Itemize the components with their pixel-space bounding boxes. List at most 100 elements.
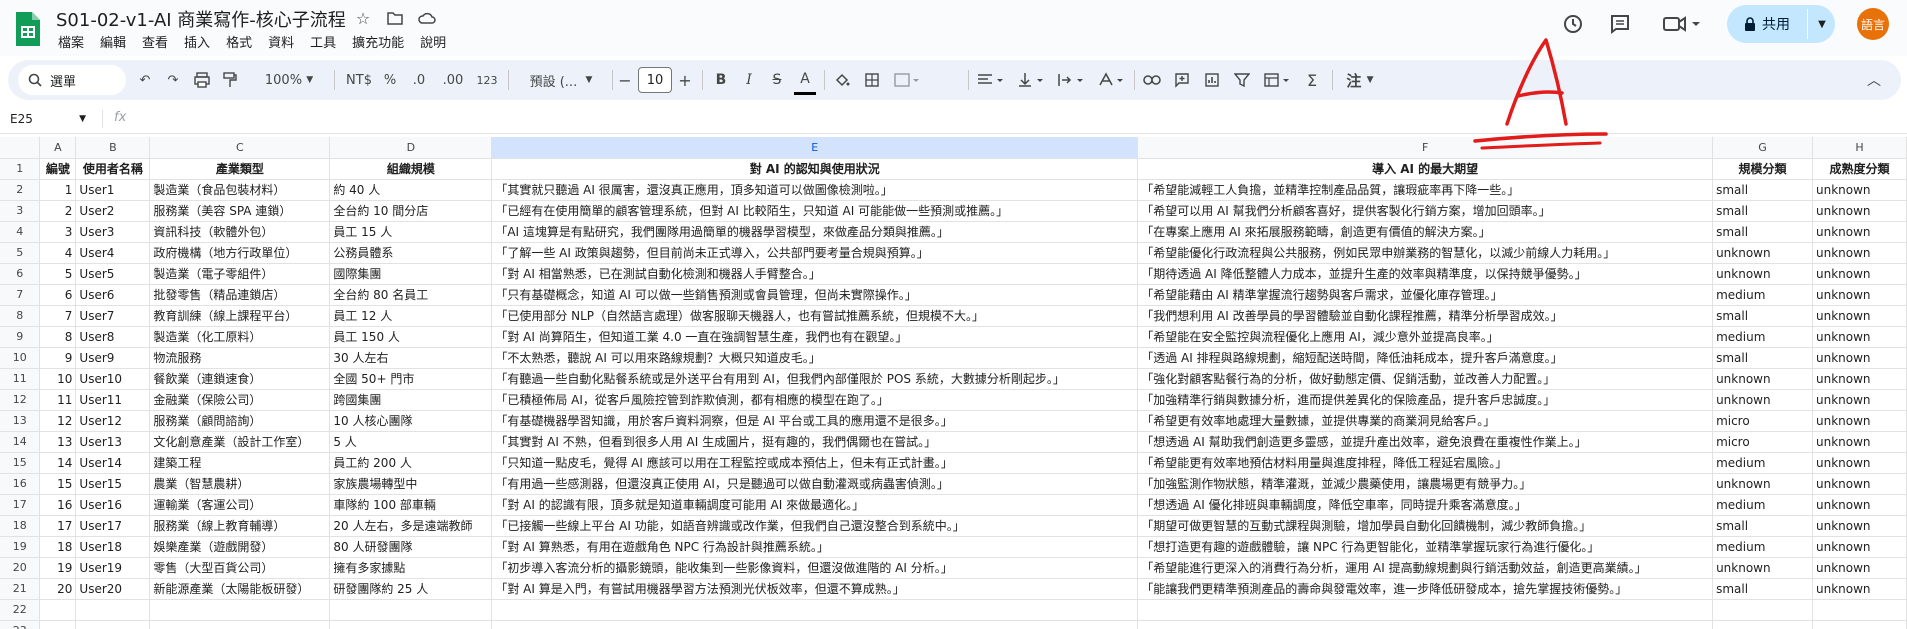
empty-cell[interactable] <box>75 599 151 621</box>
meet-camera-icon[interactable] <box>1658 10 1706 38</box>
row-header[interactable]: 18 <box>0 515 41 537</box>
percent-format-button[interactable]: % <box>380 60 400 100</box>
decrease-decimal-button[interactable]: .0 <box>406 60 432 100</box>
cell[interactable]: small <box>1712 305 1813 327</box>
row-header[interactable]: 13 <box>0 410 41 432</box>
menu-insert[interactable]: 插入 <box>176 32 218 51</box>
header-cell[interactable]: 導入 AI 的最大期望 <box>1137 158 1714 180</box>
cell[interactable]: unknown <box>1812 326 1907 348</box>
column-header[interactable]: B <box>75 137 151 159</box>
cell[interactable]: 「想透過 AI 幫助我們創造更多靈感，並提升產出效率，避免浪費在重複性作業上。」 <box>1137 431 1714 453</box>
empty-cell[interactable] <box>1137 599 1714 621</box>
cell[interactable]: 「其實對 AI 不熟，但看到很多人用 AI 生成圖片，挺有趣的，我們偶爾也在嘗試… <box>491 431 1139 453</box>
cell[interactable]: unknown <box>1712 557 1813 579</box>
cell[interactable]: 13 <box>39 431 77 453</box>
cell[interactable]: unknown <box>1712 263 1813 285</box>
cell[interactable]: 30 人左右 <box>329 347 493 369</box>
number-format-button[interactable]: 123 <box>474 60 500 100</box>
font-select[interactable]: 預設 (... ▼ <box>516 60 606 100</box>
cell[interactable]: User14 <box>75 452 151 474</box>
row-header[interactable]: 22 <box>0 599 41 621</box>
cell[interactable]: 「希望能進行更深入的消費行為分析，運用 AI 提高動線規劃與行銷活動效益，創造更… <box>1137 557 1714 579</box>
header-cell[interactable]: 使用者名稱 <box>75 158 151 180</box>
row-header[interactable]: 14 <box>0 431 41 453</box>
select-all-corner[interactable] <box>0 137 41 159</box>
cell[interactable]: 「希望能在安全監控與流程優化上應用 AI，減少意外並提高良率。」 <box>1137 326 1714 348</box>
column-header[interactable]: D <box>329 137 493 159</box>
cell[interactable]: 「AI 這塊算是有點研究，我們團隊用過簡單的機器學習模型，來做產品分類與推薦。」 <box>491 221 1139 243</box>
menu-extensions[interactable]: 擴充功能 <box>344 32 412 51</box>
column-header-selected[interactable]: E <box>491 137 1139 159</box>
row-header[interactable]: 16 <box>0 473 41 495</box>
filter-views-icon[interactable] <box>1260 60 1294 100</box>
cell[interactable]: 運輸業（客運公司） <box>149 494 331 516</box>
cell[interactable]: 「能讓我們更精準預測產品的壽命與發電效率，進一步降低研發成本，搶先掌握技術優勢。… <box>1137 578 1714 600</box>
menu-search[interactable]: 選單 <box>18 65 126 95</box>
cell[interactable]: 「想透過 AI 優化排班與車輛調度，降低空車率，同時提升乘客滿意度。」 <box>1137 494 1714 516</box>
cell[interactable]: User13 <box>75 431 151 453</box>
header-cell[interactable]: 對 AI 的認知與使用狀況 <box>491 158 1139 180</box>
cell[interactable]: 20 人左右，多是遠端教師 <box>329 515 493 537</box>
cell[interactable]: 「希望能減輕工人負擔，並精準控制產品品質，讓瑕疵率再下降一些。」 <box>1137 179 1714 201</box>
borders-icon[interactable] <box>860 60 884 100</box>
cell[interactable]: 「希望能更有效率地預估材料用量與進度排程，降低工程延宕風險。」 <box>1137 452 1714 474</box>
cell[interactable]: 政府機構（地方行政單位） <box>149 242 331 264</box>
cell[interactable]: 全國 50+ 門市 <box>329 368 493 390</box>
empty-cell[interactable] <box>1712 599 1813 621</box>
avatar[interactable]: 語言 <box>1857 8 1889 40</box>
cell[interactable]: unknown <box>1812 221 1907 243</box>
name-box[interactable]: E25 ▼ <box>10 109 90 129</box>
cell[interactable]: 「希望能藉由 AI 精準掌握流行趨勢與客戶需求，並優化庫存管理。」 <box>1137 284 1714 306</box>
fill-color-icon[interactable] <box>830 60 854 100</box>
cell[interactable]: 3 <box>39 221 77 243</box>
cell[interactable]: 「已接觸一些線上平台 AI 功能，如語音辨識或改作業，但我們自己還沒整合到系統中… <box>491 515 1139 537</box>
cell[interactable]: 擁有多家據點 <box>329 557 493 579</box>
cell[interactable]: 批發零售（精品連鎖店） <box>149 284 331 306</box>
cell[interactable]: User18 <box>75 536 151 558</box>
cell[interactable]: 「已積極佈局 AI，從客戶風險控管到詐欺偵測，都有相應的模型在跑了。」 <box>491 389 1139 411</box>
empty-cell[interactable] <box>1812 620 1907 629</box>
cell[interactable]: User10 <box>75 368 151 390</box>
cell[interactable]: unknown <box>1812 263 1907 285</box>
empty-cell[interactable] <box>39 620 77 629</box>
cell[interactable]: small <box>1712 200 1813 222</box>
cell[interactable]: unknown <box>1712 368 1813 390</box>
row-header[interactable]: 6 <box>0 263 41 285</box>
header-cell[interactable]: 產業類型 <box>149 158 331 180</box>
cell[interactable]: unknown <box>1712 242 1813 264</box>
cell[interactable]: small <box>1712 515 1813 537</box>
cell[interactable]: 「只知道一點皮毛，覺得 AI 應該可以用在工程監控或成本預估上，但未有正式計畫。… <box>491 452 1139 474</box>
cell[interactable]: 家族農場轉型中 <box>329 473 493 495</box>
cell[interactable]: unknown <box>1812 242 1907 264</box>
insert-chart-icon[interactable] <box>1200 60 1224 100</box>
menu-tools[interactable]: 工具 <box>302 32 344 51</box>
column-header[interactable]: A <box>39 137 77 159</box>
menu-view[interactable]: 查看 <box>134 32 176 51</box>
text-wrapping-icon[interactable] <box>1054 60 1088 100</box>
cell[interactable]: 「了解一些 AI 政策與趨勢，但目前尚未正式導入，公共部門要考量合規與預算。」 <box>491 242 1139 264</box>
cell[interactable]: 16 <box>39 494 77 516</box>
cell[interactable]: 5 <box>39 263 77 285</box>
cell[interactable]: 「對 AI 算是入門，有嘗試用機器學習方法預測光伏板效率，但還不算成熟。」 <box>491 578 1139 600</box>
cell[interactable]: unknown <box>1712 389 1813 411</box>
header-cell[interactable]: 組織規模 <box>329 158 493 180</box>
font-size-input[interactable]: 10 <box>638 67 672 93</box>
comments-icon[interactable] <box>1606 10 1634 38</box>
cell[interactable]: 金融業（保險公司） <box>149 389 331 411</box>
cell[interactable]: unknown <box>1812 452 1907 474</box>
merge-cells-icon[interactable] <box>890 60 924 100</box>
cell[interactable]: 「期待透過 AI 降低整體人力成本，並提升生產的效率與精準度，以保持競爭優勢。」 <box>1137 263 1714 285</box>
cell[interactable]: 員工約 200 人 <box>329 452 493 474</box>
cell[interactable]: small <box>1712 221 1813 243</box>
cell[interactable]: 製造業（電子零組件） <box>149 263 331 285</box>
move-folder-icon[interactable] <box>384 7 406 29</box>
cell[interactable]: 文化創意產業（設計工作室） <box>149 431 331 453</box>
row-header[interactable]: 21 <box>0 578 41 600</box>
cell[interactable]: 建築工程 <box>149 452 331 474</box>
increase-decimal-button[interactable]: .00 <box>438 60 468 100</box>
cell[interactable]: 新能源產業（太陽能板研發） <box>149 578 331 600</box>
column-header[interactable]: C <box>149 137 331 159</box>
row-header[interactable]: 15 <box>0 452 41 474</box>
cell[interactable]: User7 <box>75 305 151 327</box>
cell[interactable]: 17 <box>39 515 77 537</box>
